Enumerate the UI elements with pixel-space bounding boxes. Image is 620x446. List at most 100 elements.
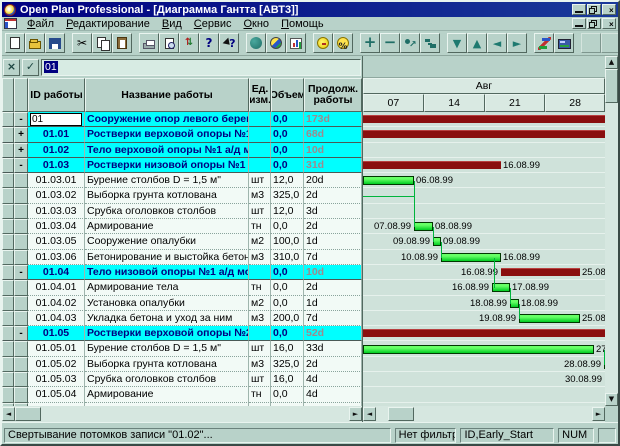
row-selector-cell[interactable]	[2, 265, 14, 280]
cell-unit[interactable]	[249, 326, 271, 341]
vertical-scroll-thumb[interactable]	[605, 69, 618, 103]
cell-duration[interactable]: 1d	[304, 296, 362, 311]
new-button[interactable]	[5, 33, 25, 53]
gantt-bar-task[interactable]	[363, 345, 594, 354]
cell-unit[interactable]	[249, 158, 271, 173]
cell-unit[interactable]: тн	[249, 387, 271, 402]
mdi-document-icon[interactable]	[4, 18, 17, 29]
cell-unit[interactable]: м3	[249, 311, 271, 326]
coin-button[interactable]	[313, 33, 333, 53]
cell-duration[interactable]: 2d	[304, 188, 362, 203]
confirm-edit-button[interactable]: ✓	[22, 59, 39, 76]
cell-activity-name[interactable]: Тело верховой опоры №1 а/д моста	[85, 143, 249, 158]
cell-activity-id[interactable]: 01.05.04	[28, 387, 85, 402]
expand-collapse-toggle[interactable]: +	[14, 127, 28, 142]
cut-button[interactable]	[72, 33, 92, 53]
histogram-button[interactable]	[286, 33, 306, 53]
scroll-right-button[interactable]: ►	[349, 407, 362, 421]
view-button[interactable]	[554, 33, 574, 53]
cell-duration[interactable]: 2d	[304, 280, 362, 295]
cell-activity-name[interactable]: Выборка грунта котлована	[85, 188, 249, 203]
minimize-button[interactable]	[572, 4, 586, 15]
row-selector-cell[interactable]	[2, 188, 14, 203]
cell-activity-name[interactable]: Ростверки верховой опоры №2 а/д	[85, 326, 249, 341]
vertical-scrollbar[interactable]: ▲ ▼	[605, 56, 618, 406]
gantt-bar-task[interactable]	[510, 299, 519, 308]
table-row[interactable]: +01.01Ростверки верховой опоры №1 а/д0,0…	[2, 127, 362, 142]
cell-activity-name[interactable]: Сооружение опор левого берега	[85, 112, 249, 127]
expand-collapse-toggle[interactable]: +	[14, 143, 28, 158]
cell-quantity[interactable]: 200,0	[271, 311, 304, 326]
copy-button[interactable]	[92, 33, 112, 53]
child-close-button[interactable]: ×	[602, 18, 616, 29]
cell-activity-name[interactable]: Тело низовой опоры №1 а/д моста	[85, 265, 249, 280]
cell-duration[interactable]: 2d	[304, 219, 362, 234]
scroll-left-button[interactable]: ◄	[2, 407, 15, 421]
table-row[interactable]: -01.04Тело низовой опоры №1 а/д моста0,0…	[2, 265, 362, 280]
table-row[interactable]: +01.02Тело верховой опоры №1 а/д моста0,…	[2, 143, 362, 158]
table-row[interactable]: 01.04.02Установка опалубким20,01d	[2, 296, 362, 311]
row-selector-cell[interactable]	[2, 143, 14, 158]
arrow-down-button[interactable]	[447, 33, 467, 53]
scroll-right-button[interactable]: ►	[592, 407, 605, 421]
cell-activity-id[interactable]: 01.03.05	[28, 234, 85, 249]
cell-quantity[interactable]: 325,0	[271, 188, 304, 203]
cell-unit[interactable]: тн	[249, 219, 271, 234]
table-row[interactable]: 01.04.03Укладка бетона и уход за нимм320…	[2, 311, 362, 326]
cell-unit[interactable]	[249, 265, 271, 280]
cell-unit[interactable]: м2	[249, 234, 271, 249]
cell-activity-name[interactable]: Срубка оголовков столбов	[85, 204, 249, 219]
cell-unit[interactable]	[249, 127, 271, 142]
table-row[interactable]: 01.05.03Срубка оголовков столбовшт16,04d	[2, 372, 362, 387]
gantt-bar-summary[interactable]	[363, 161, 501, 169]
table-row[interactable]: 01.03.03Срубка оголовков столбовшт12,03d	[2, 204, 362, 219]
row-selector-cell[interactable]	[2, 311, 14, 326]
cell-duration[interactable]: 7d	[304, 311, 362, 326]
cell-activity-name[interactable]: Укладка бетона и уход за ним	[85, 311, 249, 326]
cell-activity-id[interactable]: 01.05.01	[28, 341, 85, 356]
child-restore-button[interactable]	[587, 18, 601, 29]
plus-button[interactable]	[360, 33, 380, 53]
table-row[interactable]: 01.03.04Армированиетн0,02d	[2, 219, 362, 234]
report-a-button[interactable]	[581, 33, 601, 53]
cell-duration[interactable]: 52d	[304, 326, 362, 341]
table-row[interactable]: -01.05Ростверки верховой опоры №2 а/д0,0…	[2, 326, 362, 341]
cell-quantity[interactable]: 0,0	[271, 127, 304, 142]
child-minimize-button[interactable]	[572, 18, 586, 29]
table-row[interactable]: 01.04.01Армирование телатн0,02d	[2, 280, 362, 295]
outline-button[interactable]	[420, 33, 440, 53]
cell-quantity[interactable]: 310,0	[271, 250, 304, 265]
gantt-bar-task[interactable]	[363, 176, 414, 185]
gantt-scroll-thumb[interactable]	[388, 407, 414, 421]
cell-duration[interactable]: 10d	[304, 265, 362, 280]
links-button[interactable]	[534, 33, 554, 53]
cell-quantity[interactable]: 16,0	[271, 372, 304, 387]
cell-activity-id[interactable]: 01.03.03	[28, 204, 85, 219]
cell-activity-id[interactable]: 01.04.03	[28, 311, 85, 326]
expand-collapse-toggle[interactable]: -	[14, 158, 28, 173]
cell-quantity[interactable]: 12,0	[271, 204, 304, 219]
cell-edit-input[interactable]: 01	[41, 59, 361, 76]
close-button[interactable]: ×	[602, 4, 616, 15]
globe-button[interactable]	[266, 33, 286, 53]
row-selector-cell[interactable]	[2, 341, 14, 356]
cell-duration[interactable]: 31d	[304, 158, 362, 173]
row-selector-cell[interactable]	[2, 204, 14, 219]
cell-duration[interactable]: 173d	[304, 112, 362, 127]
cell-activity-id[interactable]: 01.02	[28, 143, 85, 158]
gantt-bar-summary[interactable]	[363, 115, 605, 123]
cell-unit[interactable]: м3	[249, 250, 271, 265]
cell-activity-id[interactable]: 01.03.02	[28, 188, 85, 203]
gantt-bar-task[interactable]	[441, 253, 501, 262]
row-selector-cell[interactable]	[2, 296, 14, 311]
report-b-button[interactable]	[601, 33, 620, 53]
menu-item-5[interactable]: Окно	[243, 18, 269, 30]
cell-unit[interactable]: м3	[249, 357, 271, 372]
table-row[interactable]: 01.03.06Бетонирование и выстойка бетонам…	[2, 250, 362, 265]
scroll-up-button[interactable]: ▲	[605, 56, 618, 69]
cell-unit[interactable]: шт	[249, 341, 271, 356]
cell-duration[interactable]: 2d	[304, 357, 362, 372]
scroll-left-button[interactable]: ◄	[363, 407, 376, 421]
cell-activity-name[interactable]: Армирование тела	[85, 280, 249, 295]
cell-activity-name[interactable]: Армирование	[85, 387, 249, 402]
